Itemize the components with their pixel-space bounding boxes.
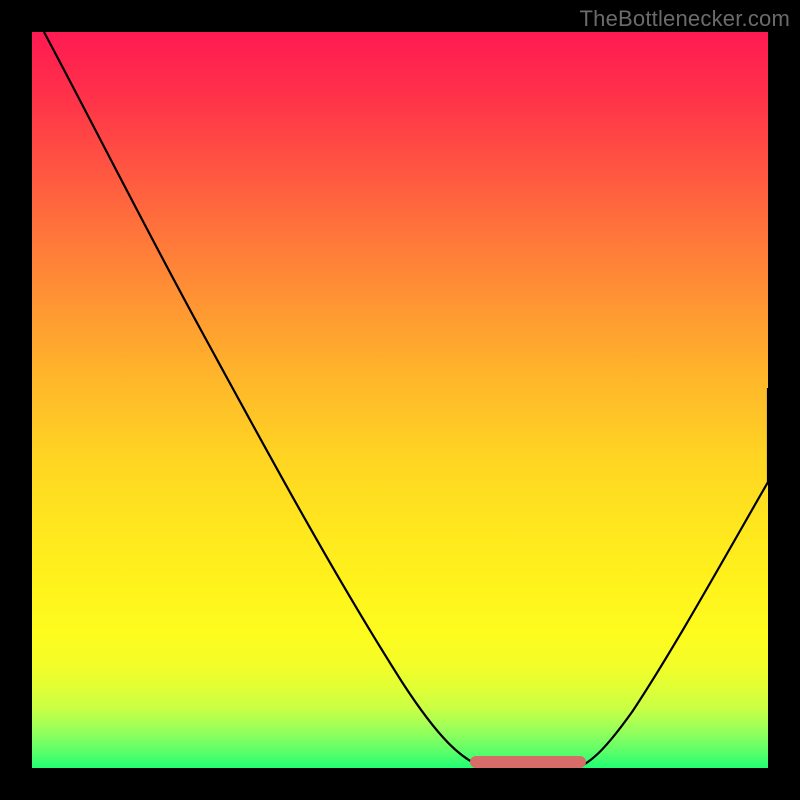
chart-container: TheBottlenecker.com [0, 0, 800, 800]
curve-layer [32, 32, 768, 768]
plot-area [32, 32, 768, 768]
optimal-range-marker [470, 756, 586, 768]
left-curve [44, 32, 500, 768]
watermark-text: TheBottlenecker.com [580, 6, 790, 32]
right-curve [577, 388, 768, 768]
